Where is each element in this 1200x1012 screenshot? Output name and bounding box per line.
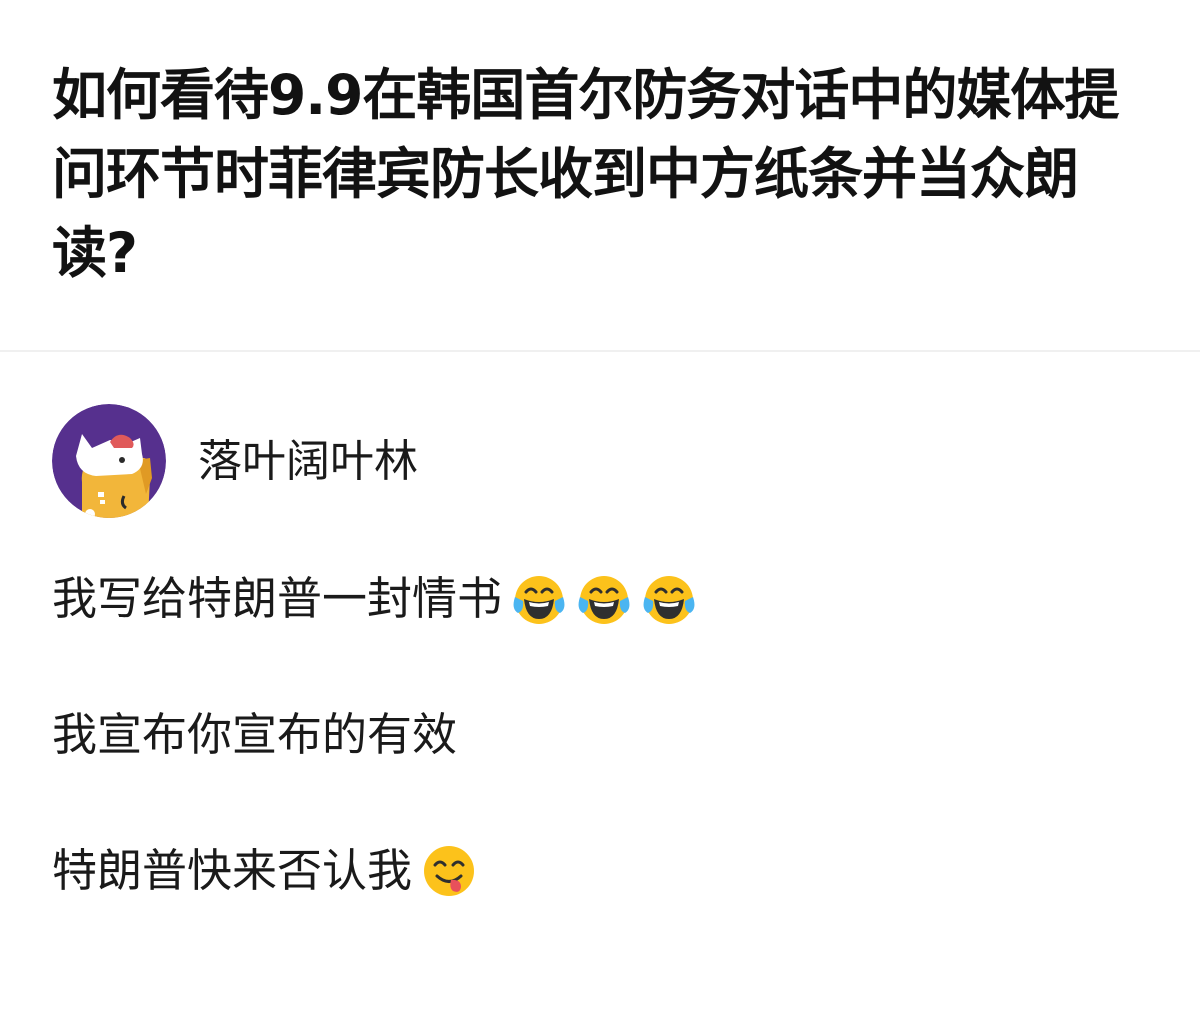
laughing-crying-emoji-icon bbox=[641, 571, 697, 627]
paragraph-text: 特朗普快来否认我 bbox=[52, 844, 413, 897]
answer-content: 我写给特朗普一封情书 我宣布你宣布的有效 特朗普快来否认我 bbox=[52, 566, 1152, 904]
author-name[interactable]: 落叶阔叶林 bbox=[198, 440, 418, 484]
avatar[interactable] bbox=[52, 404, 166, 518]
answer-paragraph-2: 我宣布你宣布的有效 bbox=[52, 702, 1152, 768]
paragraph-text: 我写给特朗普一封情书 bbox=[52, 572, 503, 625]
yum-tongue-emoji-icon bbox=[421, 843, 477, 899]
laughing-crying-emoji-icon bbox=[511, 571, 567, 627]
answer-paragraph-3: 特朗普快来否认我 bbox=[52, 838, 1152, 904]
answer-paragraph-1: 我写给特朗普一封情书 bbox=[52, 566, 1152, 632]
divider bbox=[0, 350, 1200, 352]
avatar-illustration-icon bbox=[52, 404, 166, 518]
question-header: 如何看待9.9在韩国首尔防务对话中的媒体提问环节时菲律宾防长收到中方纸条并当众朗… bbox=[52, 56, 1162, 293]
author-info: 落叶阔叶林 bbox=[52, 404, 418, 518]
laughing-crying-emoji-icon bbox=[576, 571, 632, 627]
paragraph-text: 我宣布你宣布的有效 bbox=[52, 708, 458, 761]
question-title[interactable]: 如何看待9.9在韩国首尔防务对话中的媒体提问环节时菲律宾防长收到中方纸条并当众朗… bbox=[52, 56, 1162, 293]
